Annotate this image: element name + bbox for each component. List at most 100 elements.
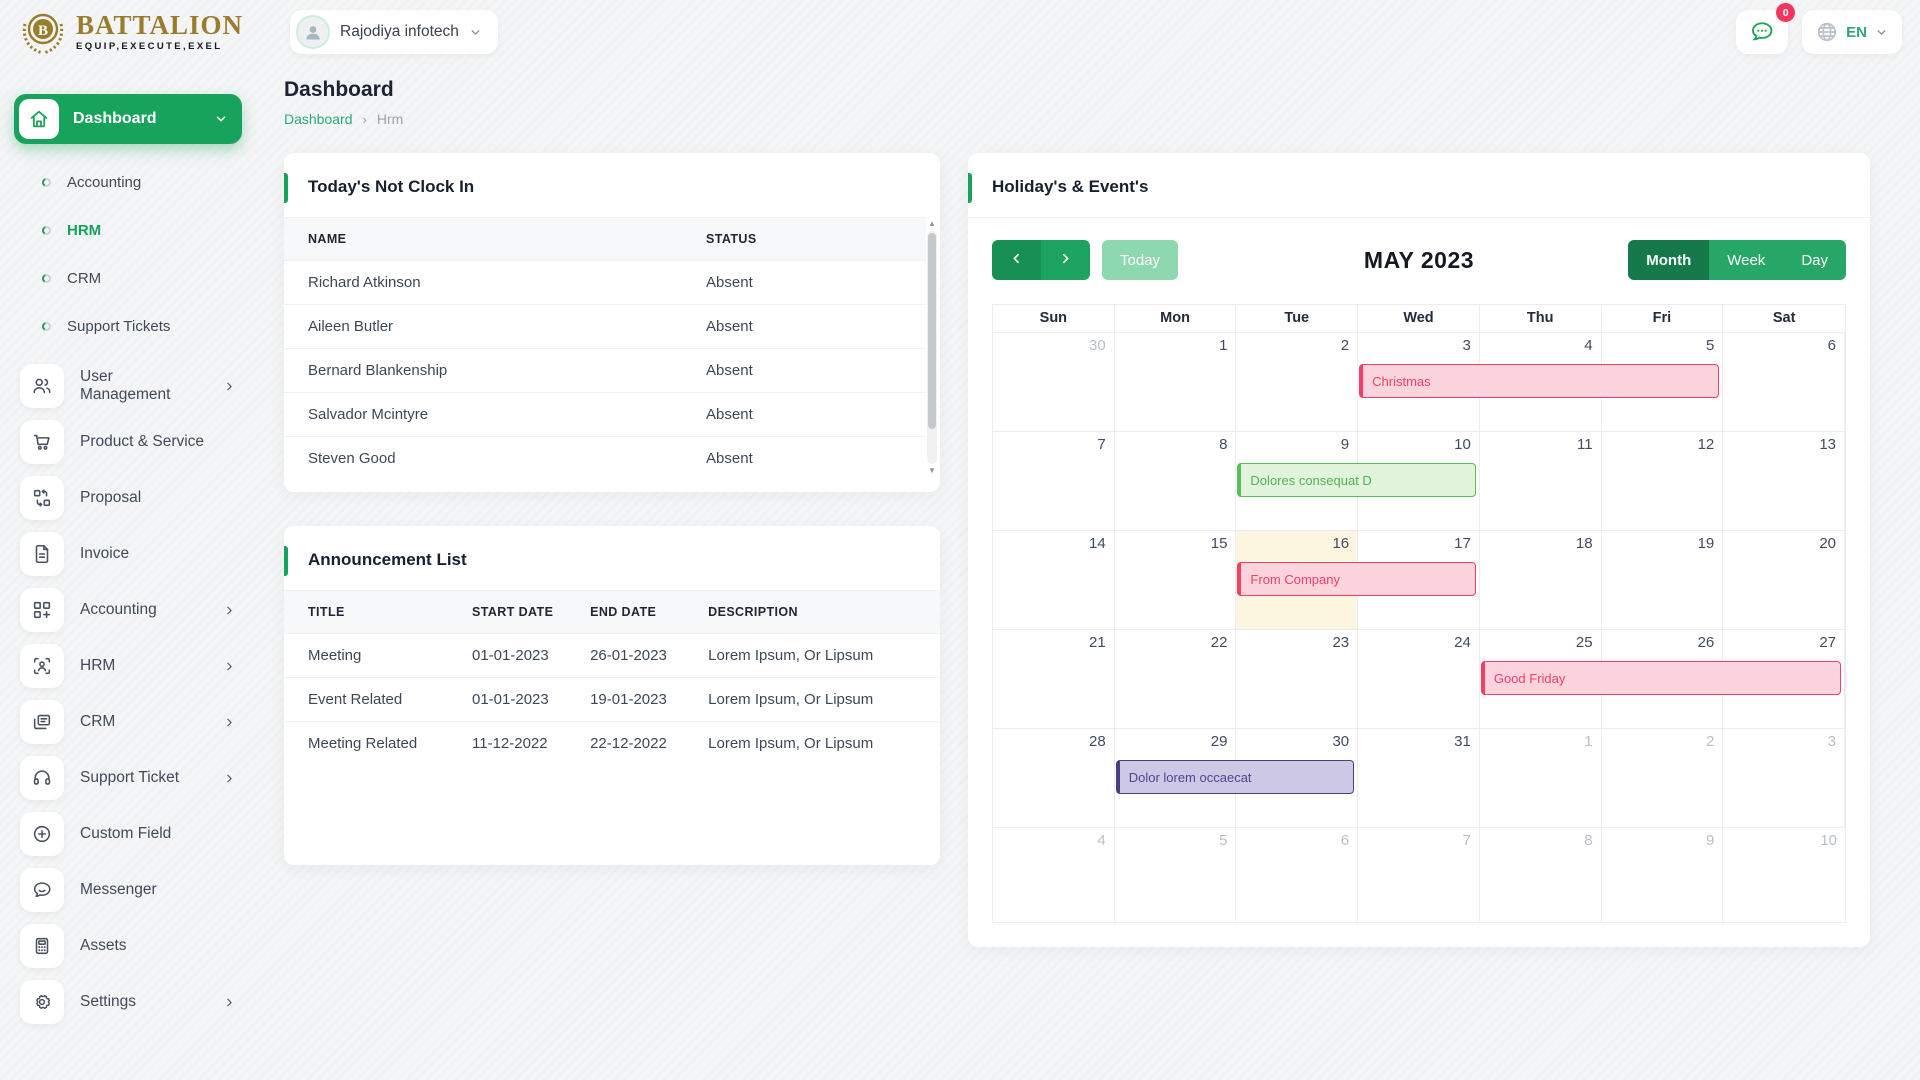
calendar-day-cell[interactable]: 19 [1602,531,1724,630]
sidebar-item-label: User Management [80,368,207,404]
sidebar-item-invoice[interactable]: Invoice [14,526,242,582]
calendar-day-cell[interactable]: 22 [1115,630,1237,729]
calendar-day-cell[interactable]: 23 [1236,630,1358,729]
breadcrumb-dashboard-link[interactable]: Dashboard [284,111,353,127]
calendar-event[interactable]: Dolor lorem occaecat [1116,760,1354,794]
calendar-event[interactable]: From Company [1237,562,1475,596]
sidebar-item-support-tickets-dashboard[interactable]: Support Tickets [14,302,242,350]
calendar-weeks: 30123456Christmas78910111213Dolores cons… [993,333,1845,923]
calendar-view-day-button[interactable]: Day [1783,240,1846,280]
status: Absent [682,305,926,349]
globe-icon [1816,21,1838,43]
sidebar-item-hrm-dashboard[interactable]: HRM [14,206,242,254]
calendar-day-cell[interactable]: 24 [1358,630,1480,729]
breadcrumb-current: Hrm [377,111,403,127]
calendar-day-cell[interactable]: 7 [993,432,1115,531]
calendar-day-cell[interactable]: 3 [1723,729,1845,828]
calendar-day-cell[interactable]: 31 [1358,729,1480,828]
calendar-day-cell[interactable]: 12 [1602,432,1724,531]
calendar-day-cell[interactable]: 2 [1236,333,1358,432]
calendar-day-cell[interactable]: 15 [1115,531,1237,630]
brand-tagline: EQUIP,EXECUTE,EXEL [76,42,243,52]
status: Absent [682,393,926,437]
scrollbar-thumb[interactable] [928,233,936,429]
sidebar-item-label: Assets [80,937,236,955]
bullet-icon [42,178,51,187]
calendar-event[interactable]: Dolores consequat D [1237,463,1475,497]
not-clock-in-table: NAME STATUS Richard AtkinsonAbsent Ailee… [284,217,940,480]
card-title: Announcement List [308,550,467,569]
sidebar-item-crm-dashboard[interactable]: CRM [14,254,242,302]
calendar-day-cell[interactable]: 20 [1723,531,1845,630]
weekday-label: Tue [1236,305,1358,333]
calendar-week-row: 21222324252627Good Friday [993,630,1845,729]
calendar-day-cell[interactable]: 8 [1480,828,1602,923]
calendar-grid: SunMonTueWedThuFriSat 30123456Christmas7… [992,304,1846,923]
calendar-day-cell[interactable]: 1 [1115,333,1237,432]
table-row: Bernard BlankenshipAbsent [284,349,926,393]
calendar-view-month-button[interactable]: Month [1628,240,1709,280]
calendar-toolbar: MAY 2023 Today Month Week Day [968,218,1870,296]
sidebar-item-label: Product & Service [80,433,236,451]
calendar-day-cell[interactable]: 14 [993,531,1115,630]
sidebar-item-support-ticket[interactable]: Support Ticket [14,750,242,806]
sidebar-item-label: Invoice [80,545,236,563]
sidebar-item-accounting[interactable]: Accounting [14,582,242,638]
announcement-title: Event Related [284,678,448,722]
table-scrollbar[interactable]: ▲ ▼ [926,219,938,476]
calendar-day-cell[interactable]: 6 [1723,333,1845,432]
status: Absent [682,349,926,393]
status: Absent [682,261,926,305]
chevron-right-icon [223,604,236,617]
calendar-day-cell[interactable]: 8 [1115,432,1237,531]
sidebar-item-hrm[interactable]: HRM [14,638,242,694]
sidebar-item-label: Custom Field [80,825,236,843]
sidebar-item-assets[interactable]: Assets [14,918,242,974]
calendar-day-cell[interactable]: 5 [1115,828,1237,923]
end-date: 26-01-2023 [566,634,684,678]
calendar-day-cell[interactable]: 28 [993,729,1115,828]
calendar-day-cell[interactable]: 1 [1480,729,1602,828]
messages-button[interactable]: 0 [1736,10,1788,54]
sidebar-item-settings[interactable]: Settings [14,974,242,1030]
workspace-switcher[interactable]: Rajodiya infotech [290,10,498,54]
calendar-week-row: 45678910 [993,828,1845,923]
chevron-down-icon [214,112,228,126]
sidebar-item-accounting-dashboard[interactable]: Accounting [14,158,242,206]
calendar-day-cell[interactable]: 2 [1602,729,1724,828]
calendar-day-cell[interactable]: 7 [1358,828,1480,923]
calendar-prev-button[interactable] [992,240,1041,280]
calendar-day-cell[interactable]: 30 [993,333,1115,432]
calendar-day-cell[interactable]: 9 [1602,828,1724,923]
calendar-day-cell[interactable]: 6 [1236,828,1358,923]
calendar-next-button[interactable] [1041,240,1090,280]
sidebar-item-product-service[interactable]: Product & Service [14,414,242,470]
calendar-day-cell[interactable]: 10 [1723,828,1845,923]
sidebar-item-user-management[interactable]: User Management [14,358,242,414]
calendar-day-cell[interactable]: 11 [1480,432,1602,531]
weekday-label: Fri [1602,305,1724,333]
calendar-today-button[interactable]: Today [1102,240,1178,280]
table-row: Event Related01-01-202319-01-2023Lorem I… [284,678,940,722]
sidebar-item-messenger[interactable]: Messenger [14,862,242,918]
scroll-down-icon[interactable]: ▼ [928,466,936,476]
sidebar-item-custom-field[interactable]: Custom Field [14,806,242,862]
language-selector[interactable]: EN [1802,10,1902,54]
calendar-view-week-button[interactable]: Week [1709,240,1783,280]
announcement-table: TITLE START DATE END DATE DESCRIPTION Me… [284,590,940,765]
sidebar-item-dashboard[interactable]: Dashboard [14,94,242,144]
breadcrumb-separator-icon: › [363,112,367,127]
user-avatar-icon [303,22,323,42]
calendar-event[interactable]: Good Friday [1481,661,1841,695]
sidebar-item-label: Support Ticket [80,769,207,787]
calendar-day-cell[interactable]: 21 [993,630,1115,729]
scroll-up-icon[interactable]: ▲ [928,219,936,229]
calendar-day-cell[interactable]: 18 [1480,531,1602,630]
calendar-day-cell[interactable]: 4 [993,828,1115,923]
calendar-event[interactable]: Christmas [1359,364,1719,398]
calendar-day-cell[interactable]: 13 [1723,432,1845,531]
bullet-icon [42,274,51,283]
sidebar-item-crm[interactable]: CRM [14,694,242,750]
sidebar-item-label: Accounting [80,601,207,619]
sidebar-item-proposal[interactable]: Proposal [14,470,242,526]
